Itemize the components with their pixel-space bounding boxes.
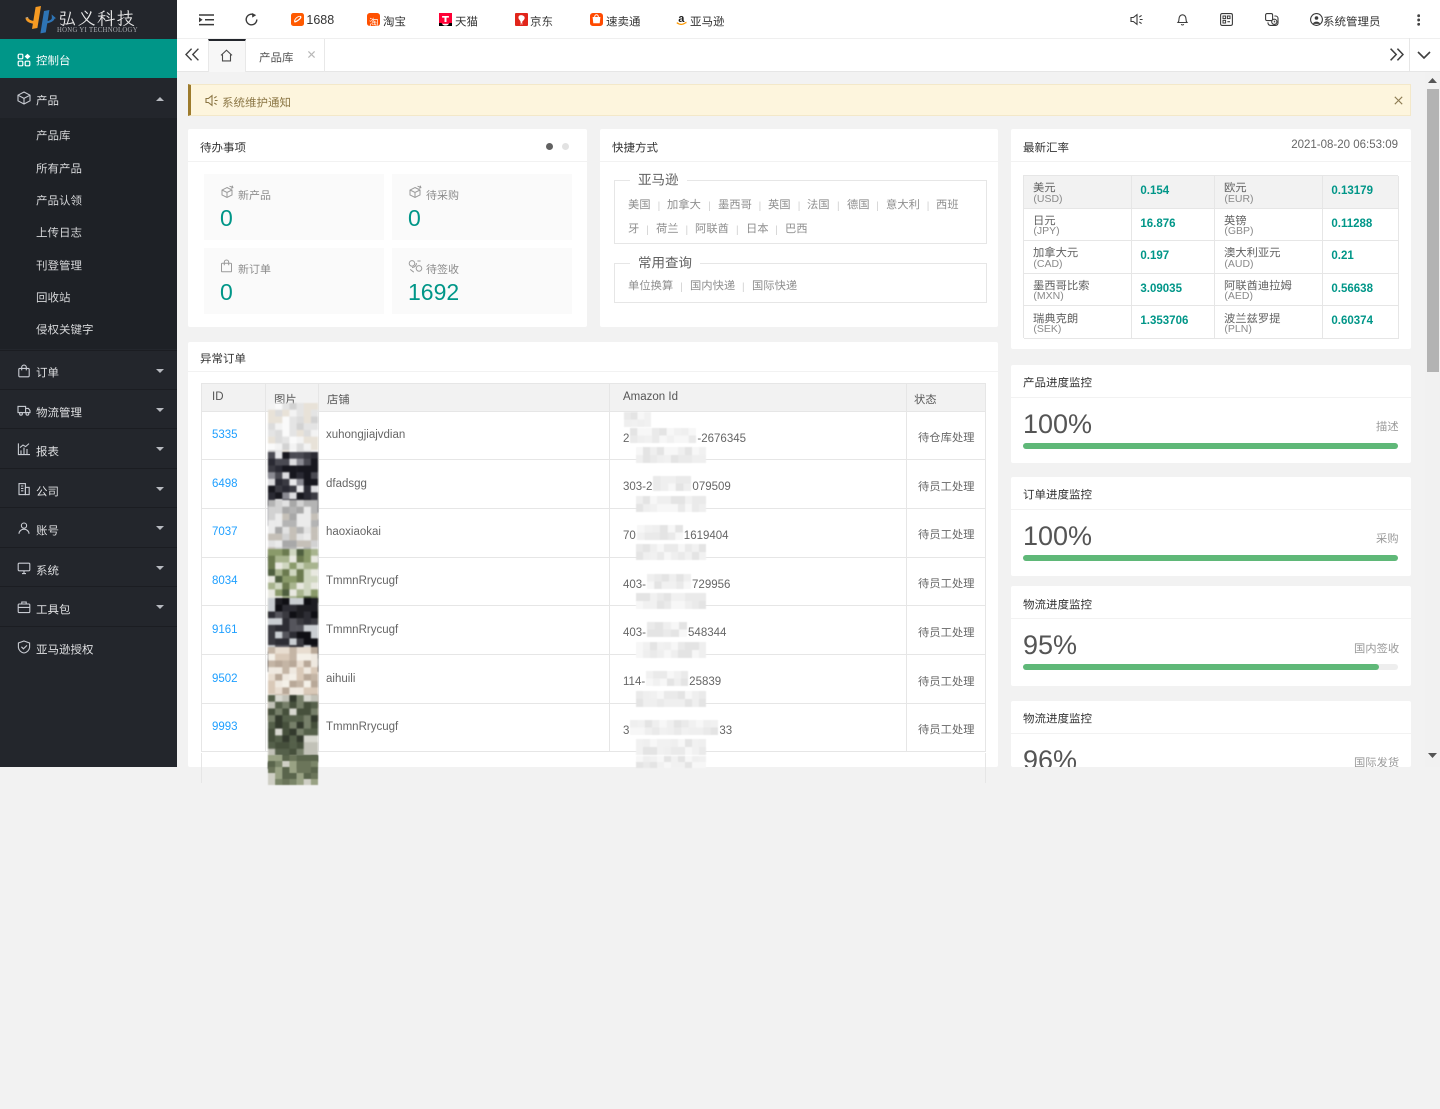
svg-text:JD: JD: [520, 22, 523, 26]
